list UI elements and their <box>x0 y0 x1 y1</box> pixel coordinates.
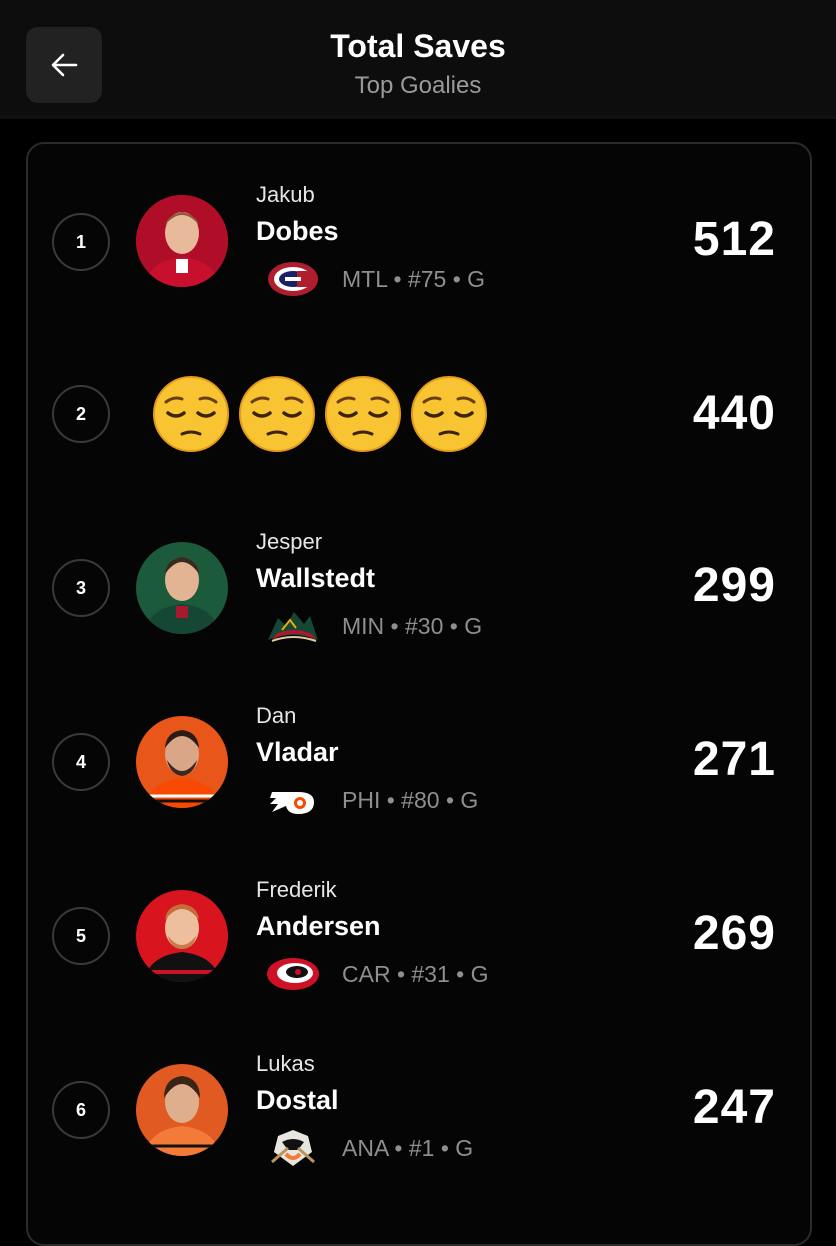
player-meta: ANA • #1 • G <box>266 1128 473 1168</box>
pensive-face-emoji <box>153 376 229 452</box>
page-title: Total Saves <box>330 28 506 64</box>
rank-badge: 3 <box>52 559 110 617</box>
saves-value: 271 <box>692 733 776 786</box>
player-meta: MTL • #75 • G <box>266 259 485 299</box>
team-number-position: MIN • #30 • G <box>342 612 483 639</box>
player-first-name: Jesper <box>256 529 323 554</box>
player-meta: CAR • #31 • G <box>266 954 489 994</box>
ducks-logo <box>266 1128 320 1168</box>
saves-value: 299 <box>692 559 776 612</box>
saves-value: 512 <box>692 213 776 266</box>
top-bar: Total Saves Top Goalies <box>0 0 836 115</box>
player-avatar <box>136 716 228 808</box>
page-subtitle: Top Goalies <box>354 72 482 99</box>
rank-badge: 4 <box>52 733 110 791</box>
player-meta: MIN • #30 • G <box>266 606 482 646</box>
saves-value: 269 <box>692 907 776 960</box>
leaderboard-card: 1 Jakub Dobes MTL • #75 • G 512 2 440 3 … <box>26 142 812 1246</box>
player-last-name: Andersen <box>256 911 381 941</box>
header-divider <box>0 115 836 119</box>
player-first-name: Lukas <box>256 1051 315 1076</box>
player-meta: PHI • #80 • G <box>266 780 478 820</box>
player-last-name: Dobes <box>256 216 339 246</box>
flyers-logo <box>266 780 320 820</box>
team-number-position: CAR • #31 • G <box>342 960 489 987</box>
leaderboard-row[interactable]: 1 Jakub Dobes MTL • #75 • G 512 <box>28 144 810 318</box>
rank-badge: 5 <box>52 907 110 965</box>
rank-badge: 1 <box>52 213 110 271</box>
player-first-name: Jakub <box>256 182 315 207</box>
player-avatar <box>136 195 228 287</box>
rank-badge: 6 <box>52 1081 110 1139</box>
player-first-name: Frederik <box>256 877 337 902</box>
player-avatar <box>136 542 228 634</box>
saves-value: 440 <box>692 387 776 440</box>
player-last-name: Vladar <box>256 737 339 767</box>
player-avatar <box>136 890 228 982</box>
leaderboard-row[interactable]: 3 Jesper Wallstedt MIN • #30 • G 299 <box>28 492 810 666</box>
player-avatar <box>136 1064 228 1156</box>
player-first-name: Dan <box>256 703 297 728</box>
wild-logo <box>266 606 320 646</box>
leaderboard-row[interactable]: 4 Dan Vladar PHI • #80 • G 271 <box>28 666 810 840</box>
team-number-position: ANA • #1 • G <box>342 1134 474 1161</box>
saves-value: 247 <box>692 1081 776 1134</box>
team-number-position: PHI • #80 • G <box>342 786 479 813</box>
pensive-face-emoji <box>239 376 315 452</box>
rank-badge: 2 <box>52 385 110 443</box>
player-last-name: Wallstedt <box>256 563 376 593</box>
team-number-position: MTL • #75 • G <box>342 265 486 292</box>
hurricanes-logo <box>266 954 320 994</box>
leaderboard-row[interactable]: 2 440 <box>28 318 810 492</box>
canadiens-logo <box>266 259 320 299</box>
player-last-name: Dostal <box>256 1085 339 1115</box>
leaderboard-row[interactable]: 6 Lukas Dostal ANA • #1 • G 247 <box>28 1014 810 1188</box>
pensive-face-emoji <box>325 376 401 452</box>
leaderboard-row[interactable]: 5 Frederik Andersen CAR • #31 • G 269 <box>28 840 810 1014</box>
pensive-face-emoji <box>411 376 487 452</box>
